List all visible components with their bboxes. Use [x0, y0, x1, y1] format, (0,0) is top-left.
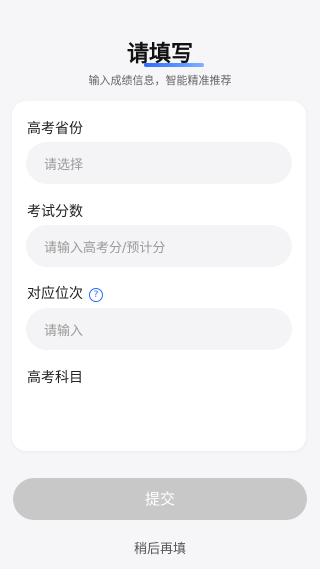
- province-placeholder: 请选择: [44, 158, 84, 173]
- province-label: 高考省份: [27, 121, 83, 137]
- subjects-label: 高考科目: [27, 370, 83, 386]
- score-placeholder: 请输入高考分/预计分: [44, 241, 166, 256]
- header: 请填写 输入成绩信息，智能精准推荐: [0, 0, 320, 95]
- title-underline: [144, 63, 204, 67]
- help-icon[interactable]: ?: [89, 288, 103, 302]
- rank-placeholder: 请输入: [44, 324, 84, 339]
- rank-input[interactable]: 请输入: [26, 308, 292, 350]
- province-select[interactable]: 请选择: [26, 142, 292, 184]
- score-input[interactable]: 请输入高考分/预计分: [26, 225, 292, 267]
- score-label: 考试分数: [27, 204, 83, 220]
- rank-label-row: 对应位次?: [27, 283, 103, 303]
- submit-button[interactable]: 提交: [13, 478, 307, 520]
- rank-label: 对应位次: [27, 286, 83, 302]
- form-card: 高考省份 请选择 考试分数 请输入高考分/预计分 对应位次? 请输入 高考科目: [12, 101, 306, 451]
- fill-later-link[interactable]: 稍后再填: [0, 538, 320, 557]
- page-subtitle: 输入成绩信息，智能精准推荐: [88, 74, 232, 87]
